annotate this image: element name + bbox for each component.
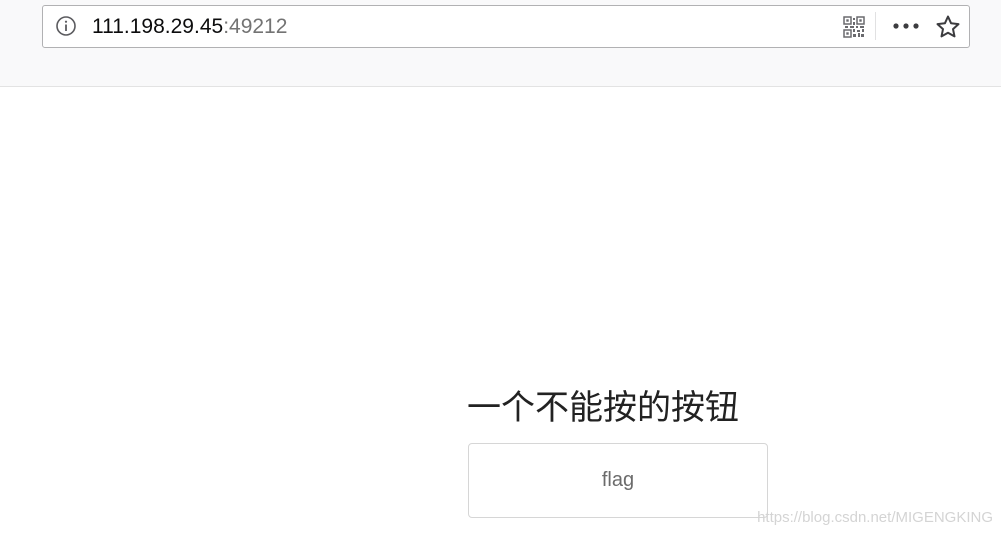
browser-toolbar: 111.198.29.45:49212 — [0, 0, 1001, 87]
toolbar-separator — [875, 12, 876, 40]
flag-button[interactable]: flag — [468, 443, 768, 518]
url-port: :49212 — [223, 15, 288, 38]
url-text[interactable]: 111.198.29.45:49212 — [92, 14, 287, 40]
info-icon[interactable] — [55, 15, 77, 37]
url-host: 111.198.29.45 — [92, 15, 224, 38]
star-icon[interactable] — [935, 14, 961, 40]
watermark: https://blog.csdn.net/MIGENGKING — [757, 509, 993, 526]
qr-code-icon[interactable] — [843, 16, 865, 38]
more-options-icon[interactable] — [892, 20, 920, 32]
page-heading: 一个不能按的按钮 — [467, 388, 739, 428]
